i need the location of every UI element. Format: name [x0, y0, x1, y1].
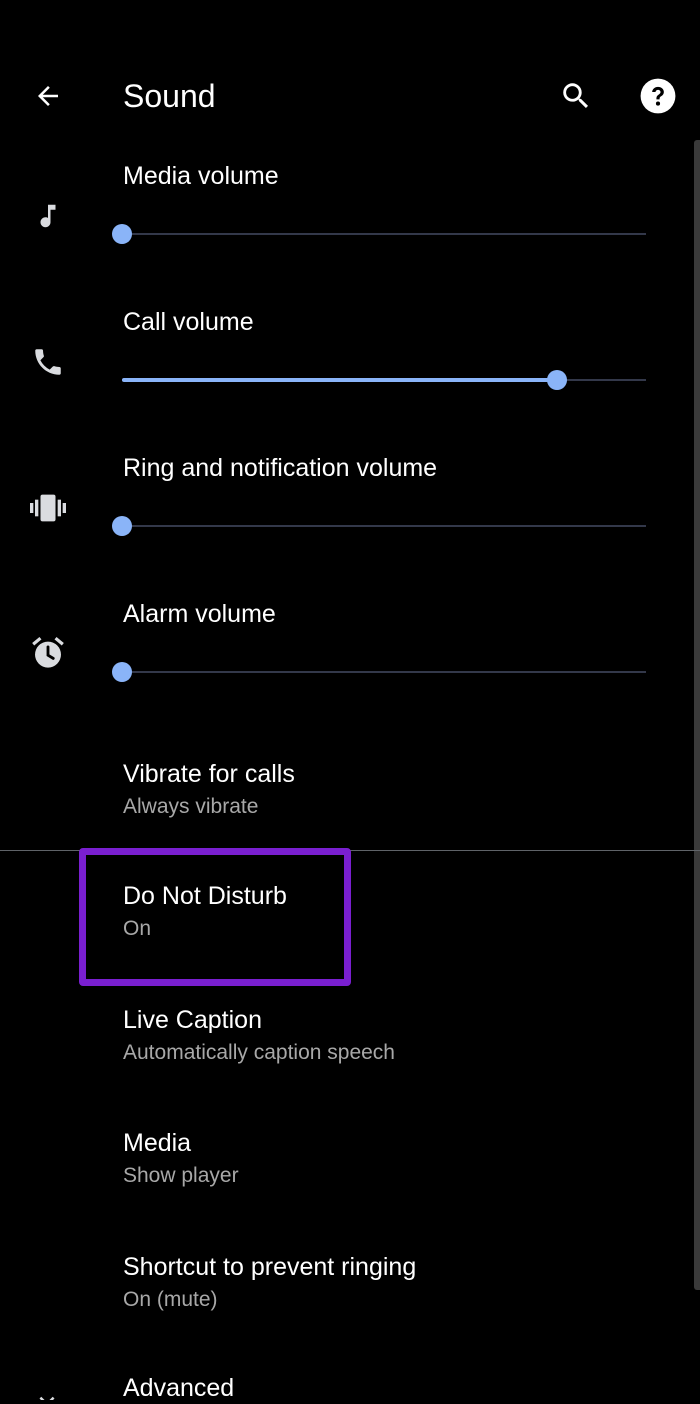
pref-title: Shortcut to prevent ringing	[123, 1253, 417, 1281]
search-icon	[563, 83, 589, 109]
pref-title: Do Not Disturb	[123, 882, 287, 910]
pref-title: Advanced	[123, 1374, 235, 1402]
vibrate-for-calls-item[interactable]: Vibrate for calls Always vibrate	[0, 742, 694, 848]
ring-volume-slider[interactable]	[112, 511, 646, 541]
media-volume-label: Media volume	[123, 162, 279, 190]
chevron-down-icon	[32, 1386, 62, 1400]
slider-thumb[interactable]	[546, 370, 567, 390]
page-title: Sound	[123, 78, 216, 114]
slider-thumb[interactable]	[112, 516, 132, 536]
pref-subtitle: On (mute)	[123, 1288, 218, 1311]
call-volume-label: Call volume	[123, 308, 254, 336]
alarm-volume-slider[interactable]	[112, 657, 646, 687]
media-item[interactable]: Media Show player	[0, 1111, 694, 1215]
scrollbar[interactable]	[694, 140, 700, 1290]
pref-subtitle: Automatically caption speech	[123, 1041, 395, 1064]
call-volume-slider[interactable]	[122, 365, 646, 395]
slider-thumb[interactable]	[112, 224, 132, 244]
slider-track	[122, 525, 646, 527]
pref-title: Live Caption	[123, 1006, 262, 1034]
help-icon	[640, 78, 676, 114]
slider-track	[122, 233, 646, 235]
back-button[interactable]	[26, 74, 70, 118]
vibrate-icon	[28, 488, 68, 528]
shortcut-prevent-ringing-item[interactable]: Shortcut to prevent ringing On (mute)	[0, 1235, 694, 1339]
media-volume-slider[interactable]	[112, 219, 646, 249]
phone-icon	[28, 342, 68, 382]
slider-track	[122, 671, 646, 673]
section-divider	[0, 850, 700, 851]
search-button[interactable]	[554, 74, 598, 118]
arrow-left-icon	[38, 86, 58, 106]
help-button[interactable]	[636, 74, 680, 118]
pref-title: Media	[123, 1129, 192, 1157]
live-caption-item[interactable]: Live Caption Automatically caption speec…	[0, 988, 694, 1092]
advanced-item[interactable]: Advanced	[0, 1358, 694, 1402]
pref-title: Vibrate for calls	[123, 760, 295, 788]
pref-subtitle: On	[123, 917, 152, 940]
pref-subtitle: Always vibrate	[123, 795, 259, 818]
slider-thumb[interactable]	[112, 662, 132, 682]
ring-volume-label: Ring and notification volume	[123, 454, 438, 482]
music-note-icon	[28, 196, 68, 236]
alarm-clock-icon	[28, 633, 68, 673]
alarm-volume-label: Alarm volume	[123, 600, 276, 628]
do-not-disturb-item[interactable]: Do Not Disturb On	[0, 864, 694, 968]
pref-subtitle: Show player	[123, 1164, 239, 1187]
slider-fill	[122, 378, 557, 382]
